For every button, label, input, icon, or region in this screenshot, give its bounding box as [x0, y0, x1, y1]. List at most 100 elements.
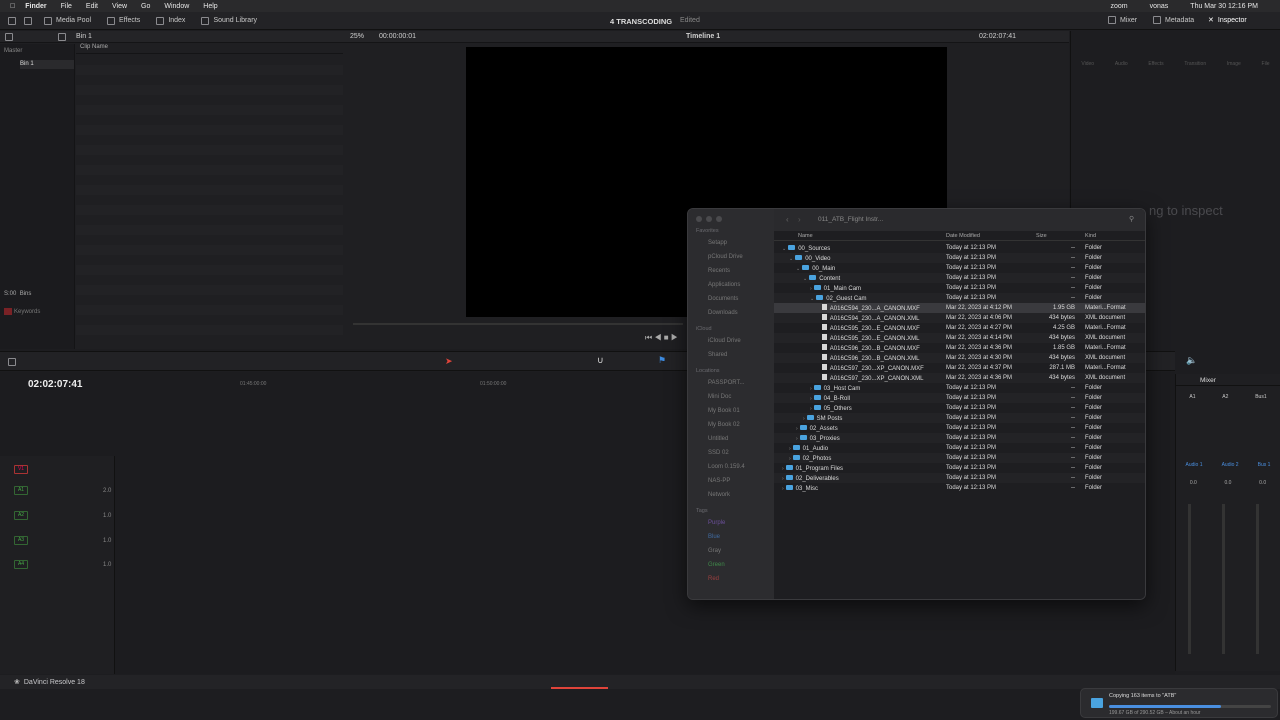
menu-edit[interactable]: Edit [86, 3, 98, 10]
tag-blue[interactable]: Blue [708, 530, 774, 544]
forward-icon[interactable]: › [798, 215, 801, 224]
track-a4[interactable]: A4 1.0 [14, 560, 111, 569]
sidebar-item-documents[interactable]: Documents [708, 292, 774, 306]
disclosure-icon[interactable]: ⌄ [789, 256, 793, 262]
col-date[interactable]: Date Modified [946, 233, 980, 239]
inspector-button[interactable]: ✕ Inspector [1208, 16, 1247, 25]
sidebar-item-mini-doc[interactable]: Mini Doc [708, 390, 774, 404]
file-row[interactable]: › 05_Others Today at 12:13 PM -- Folder [774, 403, 1145, 413]
sidebar-item-my-book-01[interactable]: My Book 01 [708, 404, 774, 418]
col-size[interactable]: Size [1036, 233, 1047, 239]
bin-item[interactable]: Bin 1 [20, 60, 74, 69]
tab-file[interactable]: File [1262, 61, 1270, 67]
disclosure-icon[interactable]: › [782, 476, 784, 482]
sidebar-item-nas[interactable]: NAS-PP [708, 474, 774, 488]
clip-list[interactable] [76, 55, 343, 345]
mixer-button[interactable]: Mixer [1108, 16, 1137, 24]
file-row[interactable]: › 02_Deliverables Today at 12:13 PM -- Folde… [774, 473, 1145, 483]
volume-icon[interactable]: 🔈 [1186, 355, 1197, 366]
file-row[interactable]: A016C596_230...B_CANON.XML Mar 22, 2023 a… [774, 353, 1145, 363]
disclosure-icon[interactable]: › [782, 466, 784, 472]
file-row[interactable]: A016C595_230...E_CANON.XML Mar 22, 2023 a… [774, 333, 1145, 343]
file-row[interactable]: › 02_Assets Today at 12:13 PM -- Folder [774, 423, 1145, 433]
tag-purple[interactable]: Purple [708, 516, 774, 530]
tab-effects[interactable]: Effects [1148, 61, 1163, 67]
zoom-level[interactable]: 25% [350, 33, 364, 40]
disclosure-icon[interactable]: › [789, 456, 791, 462]
back-icon[interactable] [58, 32, 66, 41]
playback-controls[interactable]: ⏮ ◀ ■ ▶ [645, 333, 678, 343]
col-kind[interactable]: Kind [1085, 233, 1096, 239]
tab-audio[interactable]: Audio [1115, 61, 1128, 67]
menu-finder[interactable]: Finder [25, 3, 46, 10]
tag-gray[interactable]: Gray [708, 544, 774, 558]
file-row[interactable]: ⌄ 00_Sources Today at 12:13 PM -- Folder [774, 243, 1145, 253]
sidebar-item-shared[interactable]: Shared [708, 348, 774, 362]
file-row[interactable]: › 03_Misc Today at 12:13 PM -- Folder [774, 483, 1145, 493]
file-row[interactable]: A016C597_230...XP_CANON.XML Mar 22, 2023 … [774, 373, 1145, 383]
user-name[interactable]: vonas [1150, 3, 1169, 10]
minimize-window-button[interactable] [706, 216, 712, 222]
zoom-status[interactable]: zoom [1110, 3, 1127, 10]
disclosure-icon[interactable]: › [810, 286, 812, 292]
sidebar-item-icloud-drive[interactable]: iCloud Drive [708, 334, 774, 348]
zoom-window-button[interactable] [716, 216, 722, 222]
timeline-name[interactable]: Timeline 1 [686, 33, 720, 40]
file-row[interactable]: › 02_Photos Today at 12:13 PM -- Folder [774, 453, 1145, 463]
disclosure-icon[interactable]: › [810, 386, 812, 392]
disclosure-icon[interactable]: › [810, 396, 812, 402]
disclosure-icon[interactable]: › [810, 406, 812, 412]
disclosure-icon[interactable]: › [789, 446, 791, 452]
index-button[interactable]: Index [156, 16, 185, 25]
channel-a1[interactable]: A1 [1189, 394, 1195, 400]
file-row[interactable]: A016C597_230...XP_CANON.MXF Mar 22, 2023 … [774, 363, 1145, 373]
file-row[interactable]: ⌄ Content Today at 12:13 PM -- Folder [774, 273, 1145, 283]
file-row[interactable]: A016C596_230...B_CANON.MXF Mar 22, 2023 a… [774, 343, 1145, 353]
channel-bus1[interactable]: Bus1 [1255, 394, 1266, 400]
file-row[interactable]: ⌄ 02_Guest Cam Today at 12:13 PM -- Folder [774, 293, 1145, 303]
tab-image[interactable]: Image [1227, 61, 1241, 67]
file-row[interactable]: › 04_B-Roll Today at 12:13 PM -- Folder [774, 393, 1145, 403]
disclosure-icon[interactable]: ⌄ [810, 296, 814, 302]
tab-video[interactable]: Video [1081, 61, 1094, 67]
selection-tool-icon[interactable]: ➤ [445, 356, 453, 367]
fader-2[interactable] [1222, 504, 1225, 654]
timeline-options-icon[interactable] [8, 358, 16, 366]
sidebar-item-passport[interactable]: PASSPORT... [708, 376, 774, 390]
file-row[interactable]: › 01_Program Files Today at 12:13 PM -- Fold… [774, 463, 1145, 473]
channel-a2[interactable]: A2 [1222, 394, 1228, 400]
tag-red[interactable]: Red [708, 572, 774, 586]
file-row[interactable]: › SM Posts Today at 12:13 PM -- Folder [774, 413, 1145, 423]
sidebar-item-network[interactable]: Network [708, 488, 774, 502]
file-row[interactable]: › 03_Proxies Today at 12:13 PM -- Folder [774, 433, 1145, 443]
dropdown-icon[interactable] [24, 16, 32, 25]
disclosure-icon[interactable]: › [796, 426, 798, 432]
panel-toggle-icon[interactable] [8, 16, 16, 25]
tab-transition[interactable]: Transition [1184, 61, 1206, 67]
sidebar-item-recents[interactable]: Recents [708, 264, 774, 278]
track-a2[interactable]: A2 1.0 [14, 511, 111, 520]
close-window-button[interactable] [696, 216, 702, 222]
fader-3[interactable] [1256, 504, 1259, 654]
clock[interactable]: Thu Mar 30 12:16 PM [1190, 3, 1258, 10]
effects-button[interactable]: Effects [107, 16, 140, 25]
file-row[interactable]: A016C595_230...E_CANON.MXF Mar 22, 2023 a… [774, 323, 1145, 333]
track-a3[interactable]: A3 1.0 [14, 536, 111, 545]
file-row[interactable]: A016C594_230...A_CANON.MXF Mar 22, 2023 a… [774, 303, 1145, 313]
file-row[interactable]: ⌄ 00_Main Today at 12:13 PM -- Folder [774, 263, 1145, 273]
col-name[interactable]: Name [798, 233, 813, 239]
tab-edit-active[interactable] [551, 675, 608, 689]
flag-icon[interactable]: ⚑ [658, 355, 666, 366]
sidebar-item-downloads[interactable]: Downloads [708, 306, 774, 320]
keywords-label[interactable]: Keywords [4, 308, 40, 315]
fader-1[interactable] [1188, 504, 1191, 654]
sound-library-button[interactable]: Sound Library [201, 16, 257, 25]
sidebar-item-ssd-02[interactable]: SSD 02 [708, 446, 774, 460]
sidebar-item-untitled[interactable]: Untitled [708, 432, 774, 446]
disclosure-icon[interactable]: ⌄ [782, 246, 786, 252]
sidebar-item-applications[interactable]: Applications [708, 278, 774, 292]
disclosure-icon[interactable]: ⌄ [803, 276, 807, 282]
sidebar-item-pcloud[interactable]: pCloud Drive [708, 250, 774, 264]
file-row[interactable]: › 01_Audio Today at 12:13 PM -- Folder [774, 443, 1145, 453]
search-icon[interactable]: ⚲ [1129, 215, 1134, 223]
